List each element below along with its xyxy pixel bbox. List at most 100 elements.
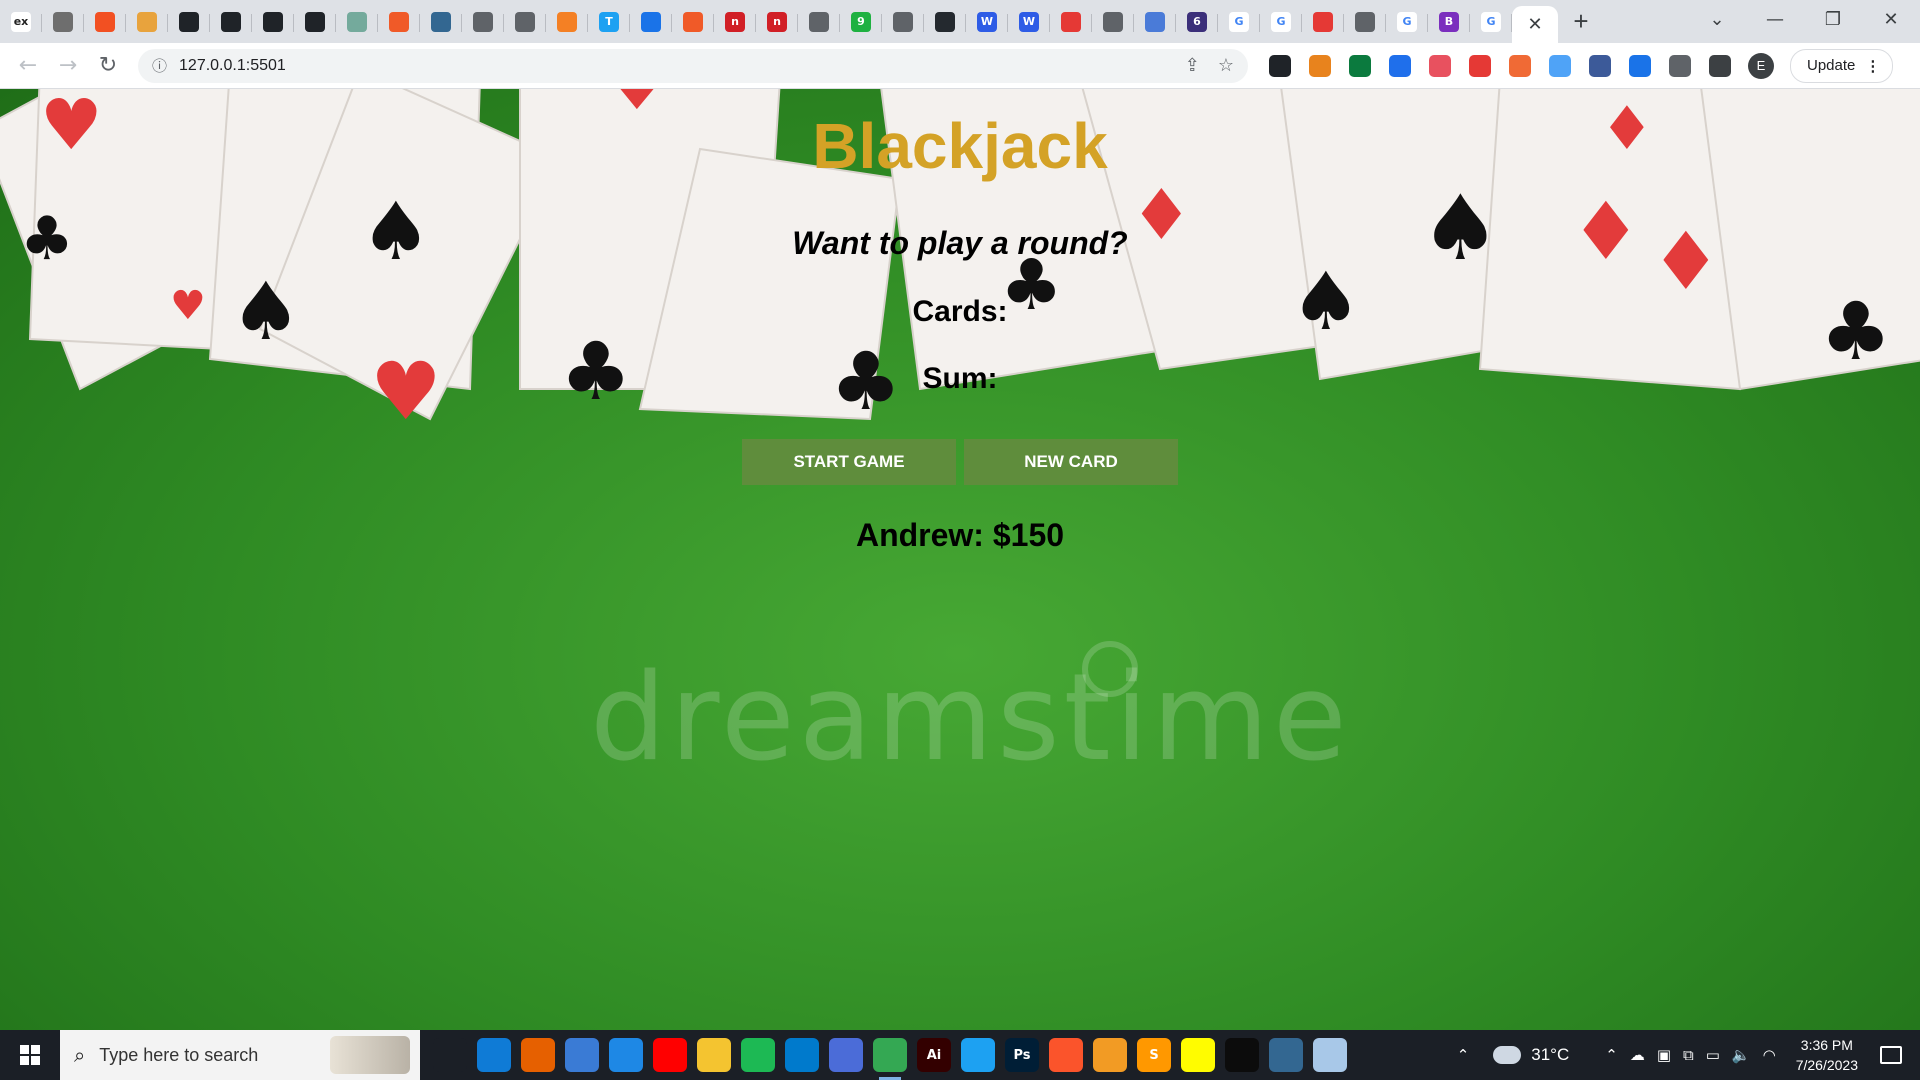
restore-icon[interactable]: ❐ [1804, 9, 1862, 30]
task-view-icon[interactable] [433, 1038, 467, 1072]
start-button[interactable] [0, 1030, 60, 1080]
notifications-icon[interactable] [1880, 1046, 1902, 1064]
more-menu-icon[interactable]: ⋮ [1865, 57, 1880, 75]
v-ext-icon[interactable] [1589, 54, 1611, 77]
tab[interactable]: W [1008, 5, 1050, 39]
weather-widget[interactable]: 31°C [1493, 1045, 1569, 1065]
active-tab[interactable]: ✕ [1512, 6, 1558, 43]
address-bar[interactable]: ⓘ 127.0.0.1:5501 ⇪ ☆ [138, 48, 1248, 83]
sparkle-icon[interactable] [1269, 54, 1291, 77]
metamask-icon[interactable] [1309, 54, 1331, 77]
illustrator-icon[interactable]: Ai [917, 1038, 951, 1072]
tab[interactable] [1050, 5, 1092, 39]
tab[interactable]: G [1386, 5, 1428, 39]
tab[interactable]: W [966, 5, 1008, 39]
terminal-icon[interactable] [1225, 1038, 1259, 1072]
tab[interactable]: n [756, 5, 798, 39]
tab[interactable]: 6 [1176, 5, 1218, 39]
tab[interactable] [1344, 5, 1386, 39]
tab[interactable]: 9 [840, 5, 882, 39]
site-info-icon[interactable]: ⓘ [152, 55, 167, 76]
tab[interactable] [1302, 5, 1344, 39]
tab[interactable]: n [714, 5, 756, 39]
drop-icon[interactable] [1549, 54, 1571, 77]
close-tab-icon[interactable]: ✕ [1527, 14, 1542, 35]
tab[interactable] [210, 5, 252, 39]
app-icon[interactable] [1313, 1038, 1347, 1072]
postgres-icon[interactable] [1269, 1038, 1303, 1072]
tab[interactable] [336, 5, 378, 39]
bookmark-star-icon[interactable]: ☆ [1218, 55, 1234, 76]
tab[interactable] [378, 5, 420, 39]
new-tab-button[interactable]: + [1558, 6, 1604, 37]
tab[interactable] [462, 5, 504, 39]
tab[interactable] [294, 5, 336, 39]
clock[interactable]: 3:36 PM 7/26/2023 [1796, 1035, 1858, 1075]
reload-icon[interactable]: ↻ [88, 53, 128, 78]
a-ext-icon[interactable] [1509, 54, 1531, 77]
twitter-icon[interactable] [961, 1038, 995, 1072]
tab[interactable] [924, 5, 966, 39]
mail-icon[interactable] [609, 1038, 643, 1072]
circle-ext-icon[interactable] [1629, 54, 1651, 77]
back-icon[interactable]: ← [8, 53, 48, 78]
start-game-button[interactable]: START GAME [742, 439, 956, 485]
tab[interactable] [546, 5, 588, 39]
tab[interactable] [798, 5, 840, 39]
tab[interactable] [672, 5, 714, 39]
onedrive-icon[interactable]: ☁ [1630, 1046, 1645, 1064]
hidden-icons-chevron-icon[interactable]: ⌃ [1605, 1046, 1618, 1064]
sublime-icon[interactable]: S [1137, 1038, 1171, 1072]
tab[interactable] [882, 5, 924, 39]
close-window-icon[interactable]: ✕ [1862, 9, 1920, 30]
tab[interactable]: B [1428, 5, 1470, 39]
tab[interactable] [420, 5, 462, 39]
tab[interactable] [252, 5, 294, 39]
tab[interactable]: ex [0, 5, 42, 39]
vscode-icon[interactable] [785, 1038, 819, 1072]
tab[interactable] [1092, 5, 1134, 39]
volume-icon[interactable]: 🔈 [1732, 1046, 1751, 1064]
tab[interactable] [126, 5, 168, 39]
tab[interactable] [168, 5, 210, 39]
tab[interactable]: G [1218, 5, 1260, 39]
tab[interactable] [42, 5, 84, 39]
tab[interactable]: G [1260, 5, 1302, 39]
tab[interactable] [84, 5, 126, 39]
fl-studio-icon[interactable] [1093, 1038, 1127, 1072]
tab[interactable]: T [588, 5, 630, 39]
profile-avatar[interactable]: E [1748, 52, 1774, 79]
tab-search-icon[interactable]: ⌄ [1688, 9, 1746, 30]
youtube-icon[interactable] [653, 1038, 687, 1072]
n-ext-icon[interactable] [1389, 54, 1411, 77]
url-text[interactable]: 127.0.0.1:5501 [179, 57, 1167, 75]
update-button[interactable]: Update ⋮ [1790, 48, 1894, 83]
puzzle-icon[interactable] [1669, 54, 1691, 77]
chrome-icon[interactable] [873, 1038, 907, 1080]
spotify-icon[interactable] [741, 1038, 775, 1072]
battery-icon[interactable]: ▭ [1706, 1046, 1720, 1064]
wifi-icon[interactable]: ◠ [1763, 1046, 1776, 1064]
gear-grid-icon[interactable] [1349, 54, 1371, 77]
snapchat-icon[interactable] [1181, 1038, 1215, 1072]
tab[interactable] [504, 5, 546, 39]
scroll-up-icon[interactable]: ⌃ [1457, 1046, 1470, 1064]
tab[interactable] [630, 5, 672, 39]
folder-icon[interactable] [697, 1038, 731, 1072]
tab[interactable]: G [1470, 5, 1512, 39]
share-icon[interactable]: ⇪ [1185, 55, 1200, 76]
brave-icon[interactable] [1049, 1038, 1083, 1072]
firefox-icon[interactable] [521, 1038, 555, 1072]
screen-icon[interactable]: ⧉ [1683, 1046, 1694, 1064]
taskbar-search[interactable]: ⌕ Type here to search [60, 1030, 420, 1080]
sidepanel-icon[interactable] [1709, 54, 1731, 77]
new-card-button[interactable]: NEW CARD [964, 439, 1178, 485]
forward-icon[interactable]: → [48, 53, 88, 78]
photoshop-icon[interactable]: Ps [1005, 1038, 1039, 1072]
lock-icon[interactable] [1469, 54, 1491, 77]
app-icon[interactable] [829, 1038, 863, 1072]
minimize-icon[interactable]: — [1746, 9, 1804, 30]
p-ext-icon[interactable] [1429, 54, 1451, 77]
meet-now-icon[interactable]: ▣ [1657, 1046, 1671, 1064]
store-icon[interactable] [565, 1038, 599, 1072]
